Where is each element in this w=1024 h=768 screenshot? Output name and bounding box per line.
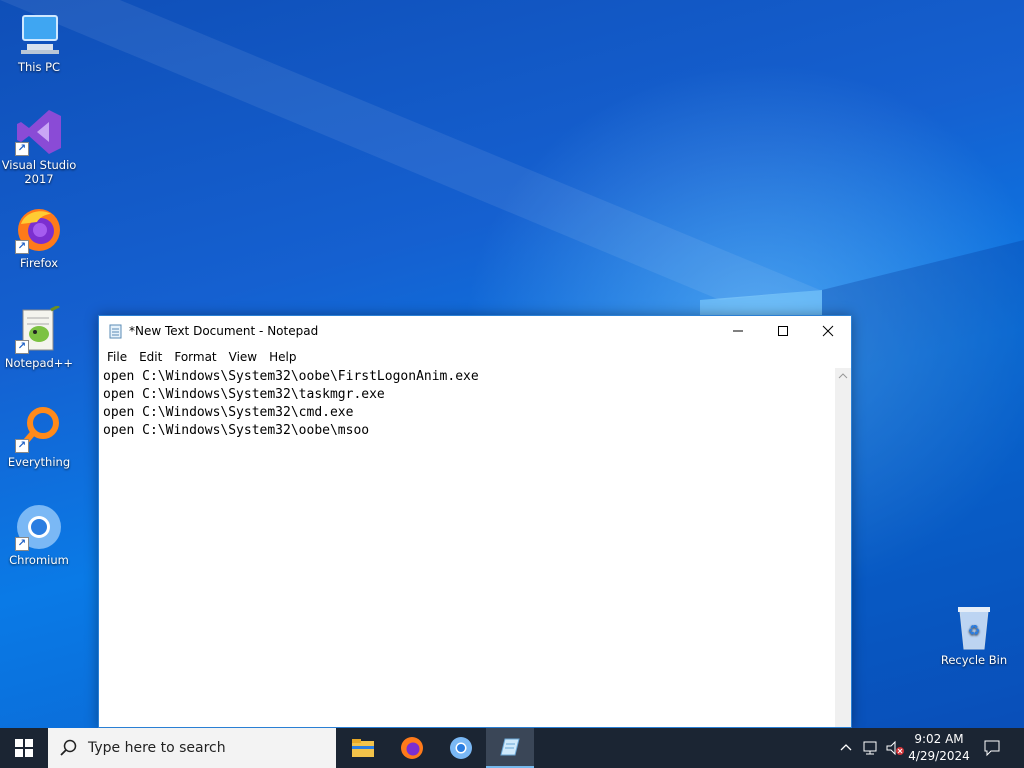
vertical-scrollbar[interactable]	[835, 368, 851, 727]
desktop-icon-firefox[interactable]: ↗ Firefox	[0, 206, 78, 270]
menu-edit[interactable]: Edit	[133, 350, 168, 364]
maximize-button[interactable]	[760, 316, 806, 346]
start-button[interactable]	[0, 728, 48, 768]
search-icon	[60, 739, 77, 756]
desktop-icon-chromium[interactable]: ↗ Chromium	[0, 503, 78, 567]
notepad-icon	[108, 323, 124, 342]
menu-bar: File Edit Format View Help	[99, 346, 851, 368]
minimize-button[interactable]	[715, 316, 761, 346]
search-box[interactable]: Type here to search	[48, 728, 336, 768]
computer-icon	[15, 10, 63, 58]
recycle-bin-icon: ♻	[950, 603, 998, 651]
menu-view[interactable]: View	[223, 350, 263, 364]
close-button[interactable]	[805, 316, 851, 346]
volume-muted-icon[interactable]	[885, 739, 905, 757]
desktop-icon-label: Everything	[7, 455, 71, 469]
notepad-window[interactable]: *New Text Document - Notepad File Edit F…	[98, 315, 852, 728]
desktop-icon-label: Firefox	[19, 256, 59, 270]
clock[interactable]: 9:02 AM 4/29/2024	[904, 731, 974, 765]
desktop-icon-label: This PC	[17, 60, 61, 74]
file-explorer-icon	[352, 739, 374, 757]
desktop-icon-label: Recycle Bin	[940, 653, 1008, 667]
text-editor[interactable]: open C:\Windows\System32\oobe\FirstLogon…	[99, 368, 835, 727]
minimize-icon	[733, 330, 743, 332]
network-icon[interactable]	[862, 739, 880, 757]
desktop-icon-label: Visual Studio 2017	[1, 158, 77, 186]
desktop: This PC ↗ Visual Studio 2017 ↗ Firefox ↗…	[0, 0, 1024, 728]
shortcut-arrow-icon: ↗	[15, 240, 29, 254]
desktop-icon-label: Notepad++	[4, 356, 74, 370]
chromium-icon	[450, 737, 472, 759]
clock-time: 9:02 AM	[914, 732, 964, 746]
taskbar-chromium[interactable]	[437, 728, 485, 768]
taskbar-firefox[interactable]	[388, 728, 436, 768]
clock-date: 4/29/2024	[908, 749, 970, 763]
chromium-icon: ↗	[15, 503, 63, 551]
desktop-icon-notepad-plus-plus[interactable]: ↗ Notepad++	[0, 304, 78, 370]
taskbar-file-explorer[interactable]	[339, 728, 387, 768]
firefox-icon	[401, 737, 423, 759]
shortcut-arrow-icon: ↗	[15, 537, 29, 551]
desktop-icon-recycle-bin[interactable]: ♻ Recycle Bin	[935, 603, 1013, 667]
action-center-icon[interactable]	[983, 739, 1001, 757]
menu-help[interactable]: Help	[263, 350, 302, 364]
notepad-plus-plus-icon: ↗	[15, 304, 63, 354]
desktop-icon-this-pc[interactable]: This PC	[0, 10, 78, 74]
taskbar-notepad[interactable]	[486, 728, 534, 768]
shortcut-arrow-icon: ↗	[15, 142, 29, 156]
taskbar: Type here to search 9:02 AM 4/29/2024	[0, 728, 1024, 768]
menu-file[interactable]: File	[101, 350, 133, 364]
title-bar[interactable]: *New Text Document - Notepad	[99, 316, 851, 346]
search-placeholder: Type here to search	[88, 740, 226, 756]
firefox-icon: ↗	[15, 206, 63, 254]
close-icon	[822, 325, 834, 337]
windows-logo-icon	[15, 739, 33, 757]
shortcut-arrow-icon: ↗	[15, 340, 29, 354]
desktop-icon-label: Chromium	[9, 553, 69, 567]
shortcut-arrow-icon: ↗	[15, 439, 29, 453]
show-hidden-icons-chevron-up-icon[interactable]	[839, 741, 853, 753]
svg-text:♻: ♻	[968, 623, 981, 639]
maximize-icon	[778, 326, 788, 336]
scroll-up-icon[interactable]	[838, 372, 848, 380]
window-title: *New Text Document - Notepad	[129, 324, 319, 338]
desktop-icon-visual-studio[interactable]: ↗ Visual Studio 2017	[0, 108, 78, 186]
everything-search-icon: ↗	[15, 405, 63, 453]
visual-studio-icon: ↗	[15, 108, 63, 156]
menu-format[interactable]: Format	[168, 350, 222, 364]
desktop-icon-everything[interactable]: ↗ Everything	[0, 405, 78, 469]
notepad-icon	[500, 738, 520, 756]
